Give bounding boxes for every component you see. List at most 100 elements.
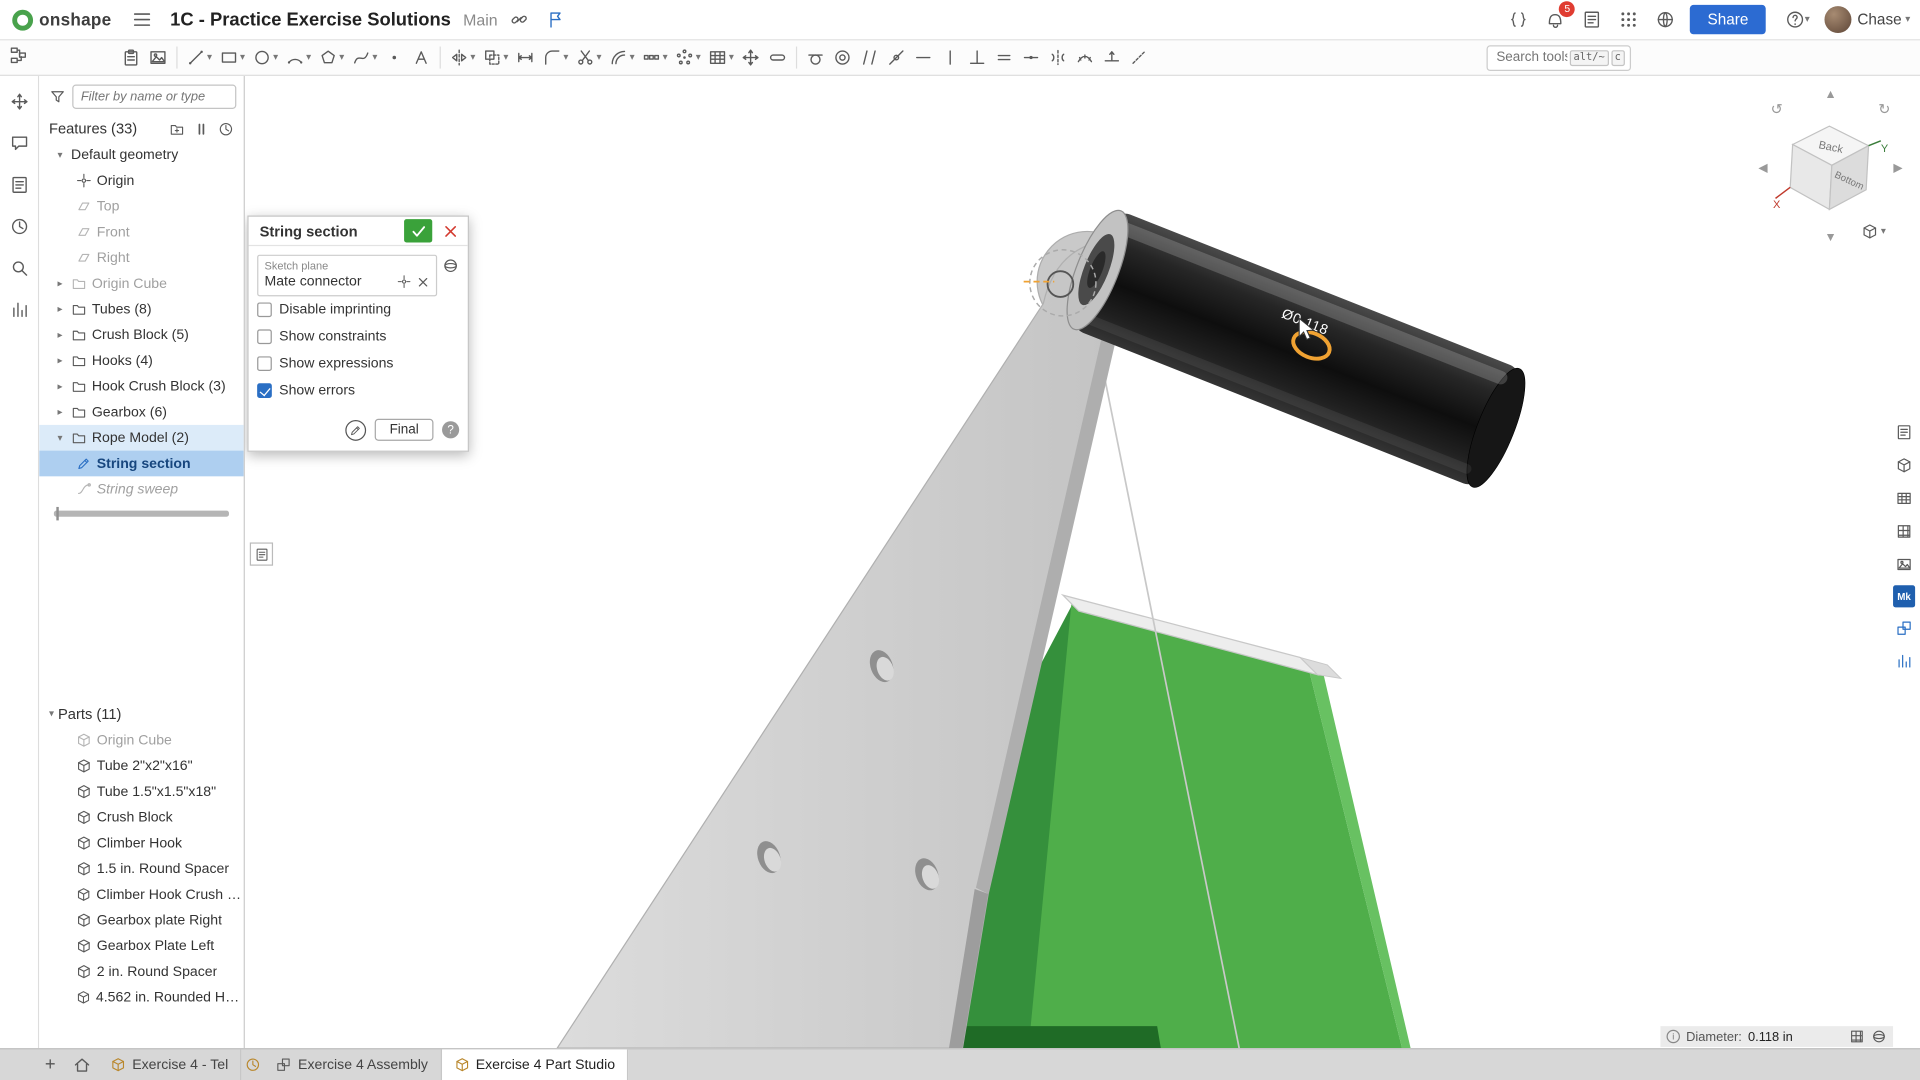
help-icon[interactable]: ? xyxy=(442,421,459,438)
chevron-right-icon[interactable]: ▸ xyxy=(54,356,66,366)
featurescript-icon[interactable] xyxy=(1504,5,1533,34)
chevron-right-icon[interactable]: ▸ xyxy=(54,304,66,314)
notifications-bell-icon[interactable]: 5 xyxy=(1541,5,1570,34)
feature-folder[interactable]: ▸ Gearbox (6) xyxy=(39,399,243,425)
material-library-panel-icon[interactable]: Mk xyxy=(1893,585,1915,607)
chevron-down-icon[interactable]: ▾ xyxy=(54,150,66,160)
render-panel-icon[interactable] xyxy=(1892,552,1916,576)
part-item[interactable]: 2 in. Round Spacer xyxy=(39,959,243,985)
panel-handle-icon[interactable] xyxy=(250,542,273,565)
pause-icon[interactable] xyxy=(193,121,209,137)
slot-tool-icon[interactable] xyxy=(764,43,791,72)
circle-tool-icon[interactable]: ▾ xyxy=(249,43,282,72)
rotate-left-arrow-icon[interactable]: ◀ xyxy=(1758,160,1768,174)
checkbox-box[interactable] xyxy=(257,383,272,398)
part-item[interactable]: Gearbox Plate Left xyxy=(39,933,243,959)
trim-tool-icon[interactable]: ▾ xyxy=(572,43,605,72)
apps-panel-icon[interactable] xyxy=(1892,649,1916,673)
spline-tool-icon[interactable]: ▾ xyxy=(348,43,381,72)
sphere-icon[interactable] xyxy=(1871,1029,1887,1045)
release-notes-icon[interactable] xyxy=(1578,5,1607,34)
final-button[interactable]: Final xyxy=(375,419,434,441)
rectangle-tool-icon[interactable]: ▾ xyxy=(216,43,249,72)
model-viewport[interactable]: Ø0.118 String section Sketch plane xyxy=(245,76,1920,1048)
rotate-up-arrow-icon[interactable]: ▲ xyxy=(1825,87,1837,101)
copy-link-icon[interactable] xyxy=(505,5,534,34)
info-icon[interactable]: i xyxy=(1667,1030,1680,1043)
part-item[interactable]: Origin Cube xyxy=(39,727,243,753)
performance-panel-icon[interactable] xyxy=(6,296,33,323)
search-panel-icon[interactable] xyxy=(6,255,33,282)
chevron-down-icon[interactable]: ▾ xyxy=(54,433,66,443)
use-project-tool-icon[interactable]: ▾ xyxy=(479,43,512,72)
rotate-cw-icon[interactable]: ↻ xyxy=(1878,102,1890,118)
properties-panel-icon[interactable] xyxy=(1892,420,1916,444)
chevron-down-icon[interactable]: ▾ xyxy=(49,709,54,719)
point-tool-icon[interactable] xyxy=(381,43,408,72)
hamburger-menu-icon[interactable] xyxy=(129,6,156,33)
horizontal-constraint-icon[interactable] xyxy=(910,43,937,72)
clear-selection-icon[interactable] xyxy=(416,275,429,288)
circular-pattern-tool-icon[interactable]: ▾ xyxy=(671,43,704,72)
search-tools-box[interactable]: alt/~c xyxy=(1487,45,1631,71)
tangent-constraint-icon[interactable] xyxy=(802,43,829,72)
rollback-bar[interactable] xyxy=(54,511,229,517)
rotate-ccw-icon[interactable]: ↺ xyxy=(1771,102,1783,118)
curvature-constraint-icon[interactable] xyxy=(1072,43,1099,72)
equal-constraint-icon[interactable] xyxy=(991,43,1018,72)
feature-folder[interactable]: ▾ Rope Model (2) xyxy=(39,425,243,451)
checkbox-show-errors[interactable]: Show errors xyxy=(257,377,459,404)
parts-list-panel-icon[interactable] xyxy=(1892,453,1916,477)
configurations-panel-icon[interactable] xyxy=(1892,519,1916,543)
onshape-logo[interactable]: onshape xyxy=(12,9,111,30)
versions-panel-icon[interactable] xyxy=(6,171,33,198)
feature-folder[interactable]: ▸ Hook Crush Block (3) xyxy=(39,373,243,399)
search-tools-input[interactable] xyxy=(1496,50,1567,65)
arc-tool-icon[interactable]: ▾ xyxy=(282,43,315,72)
feature-item[interactable]: Front xyxy=(39,219,243,245)
linear-pattern-tool-icon[interactable]: ▾ xyxy=(638,43,671,72)
feature-item[interactable]: Right xyxy=(39,245,243,271)
feature-folder[interactable]: ▸ Origin Cube xyxy=(39,271,243,297)
view-cube[interactable]: ▲ ↺ ↻ ◀ ▶ ▼ Back Bottom X Y xyxy=(1753,81,1907,245)
tab-exercise4-assembly[interactable]: Exercise 4 Assembly xyxy=(264,1049,442,1080)
app-store-grid-icon[interactable] xyxy=(1614,5,1643,34)
checkbox-show-constraints[interactable]: Show constraints xyxy=(257,323,459,350)
arena-panel-icon[interactable] xyxy=(1892,616,1916,640)
transform-tool-icon[interactable] xyxy=(737,43,764,72)
perpendicular-constraint-icon[interactable] xyxy=(964,43,991,72)
mate-connector-toggle-icon[interactable] xyxy=(442,257,459,274)
history-panel-icon[interactable] xyxy=(6,213,33,240)
midpoint-constraint-icon[interactable] xyxy=(1018,43,1045,72)
user-menu[interactable]: Chase ▾ xyxy=(1824,5,1910,34)
cancel-x-button[interactable] xyxy=(438,219,461,242)
part-item[interactable]: Gearbox plate Right xyxy=(39,907,243,933)
rotate-right-arrow-icon[interactable]: ▶ xyxy=(1893,160,1903,174)
rotate-down-arrow-icon[interactable]: ▼ xyxy=(1825,230,1837,244)
help-menu-icon[interactable]: ▾ xyxy=(1783,5,1812,34)
new-folder-icon[interactable] xyxy=(169,121,185,137)
part-item[interactable]: Climber Hook xyxy=(39,830,243,856)
paste-sketch-icon[interactable] xyxy=(118,43,145,72)
home-tab-icon[interactable] xyxy=(66,1049,98,1080)
part-item[interactable]: Tube 1.5"x1.5"x18" xyxy=(39,779,243,805)
chevron-right-icon[interactable]: ▸ xyxy=(54,381,66,391)
feature-item[interactable]: Origin xyxy=(39,168,243,194)
feature-item[interactable]: ▾ Default geometry xyxy=(39,142,243,168)
checkbox-disable-imprinting[interactable]: Disable imprinting xyxy=(257,296,459,323)
follow-mode-icon[interactable] xyxy=(6,88,33,115)
comments-panel-icon[interactable] xyxy=(6,130,33,157)
line-tool-icon[interactable]: ▾ xyxy=(182,43,215,72)
view-cube-body[interactable]: Back Bottom xyxy=(1790,126,1868,209)
feature-filter-input[interactable] xyxy=(72,84,236,108)
polygon-tool-icon[interactable]: ▾ xyxy=(315,43,348,72)
dimension-tool-icon[interactable] xyxy=(512,43,539,72)
document-outline-icon[interactable] xyxy=(9,45,29,65)
feature-folder[interactable]: ▸ Tubes (8) xyxy=(39,296,243,322)
grid-icon[interactable] xyxy=(1849,1029,1865,1045)
symmetric-constraint-icon[interactable] xyxy=(1045,43,1072,72)
part-item[interactable]: 1.5 in. Round Spacer xyxy=(39,856,243,882)
part-item[interactable]: Crush Block xyxy=(39,804,243,830)
offset-tool-icon[interactable]: ▾ xyxy=(605,43,638,72)
construction-toggle-icon[interactable] xyxy=(1126,43,1153,72)
